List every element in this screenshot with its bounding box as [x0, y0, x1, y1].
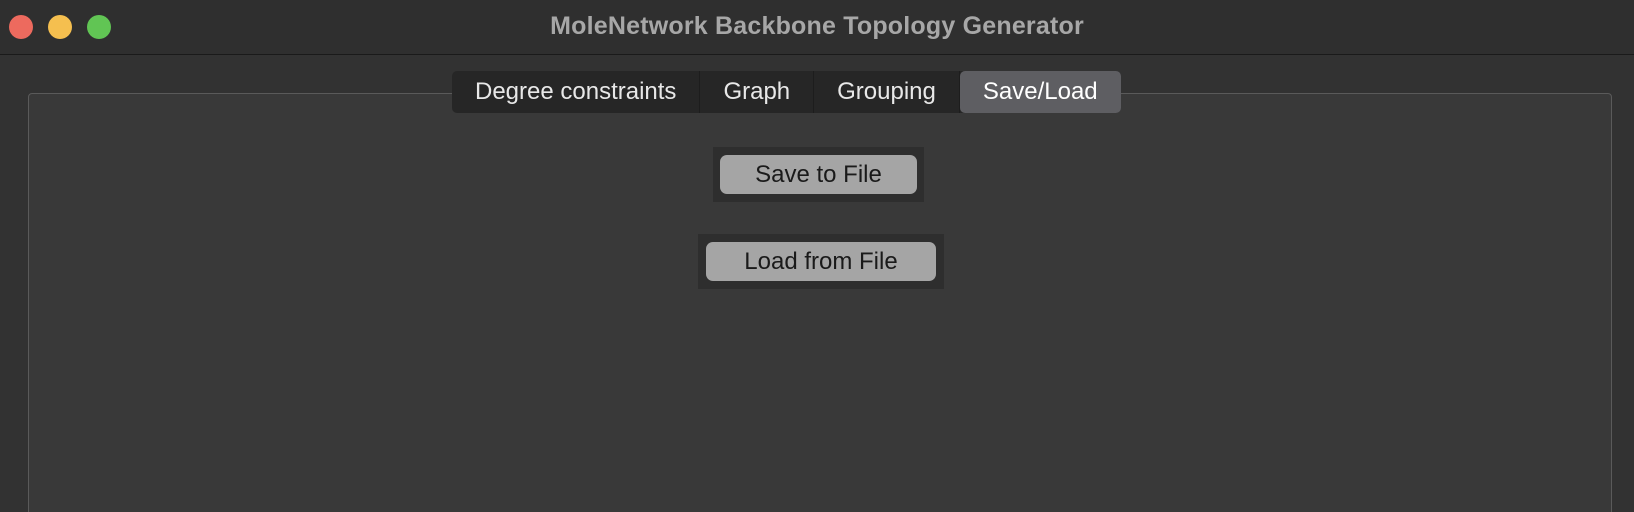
load-from-file-button[interactable]: Load from File	[706, 242, 936, 281]
tab-save-load[interactable]: Save/Load	[959, 71, 1121, 113]
title-bar[interactable]: MoleNetwork Backbone Topology Generator	[0, 0, 1634, 55]
window-title: MoleNetwork Backbone Topology Generator	[550, 12, 1084, 40]
save-button-frame: Save to File	[713, 147, 924, 202]
tab-degree-constraints[interactable]: Degree constraints	[452, 71, 701, 113]
main-content: Degree constraints Graph Grouping Save/L…	[0, 55, 1634, 512]
tab-graph[interactable]: Graph	[700, 71, 815, 113]
tab-bar: Degree constraints Graph Grouping Save/L…	[452, 71, 1121, 113]
save-to-file-button[interactable]: Save to File	[720, 155, 917, 194]
app-window: MoleNetwork Backbone Topology Generator …	[0, 0, 1634, 512]
load-button-frame: Load from File	[698, 234, 944, 289]
tab-grouping[interactable]: Grouping	[814, 71, 960, 113]
